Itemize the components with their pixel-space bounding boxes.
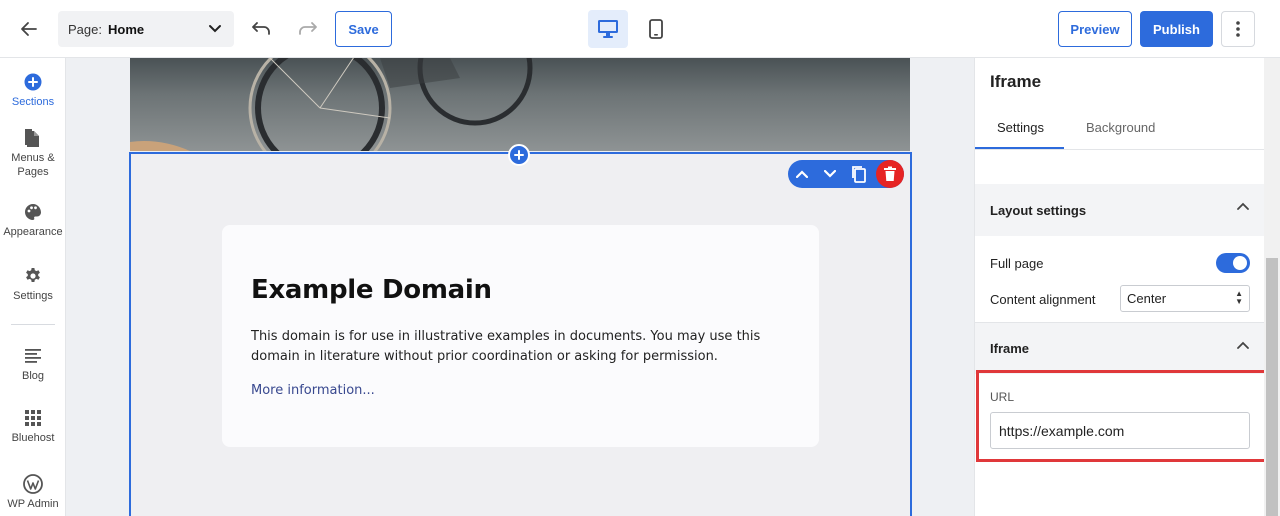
blog-lines-icon xyxy=(23,346,43,366)
gear-icon xyxy=(23,266,43,286)
sidebar-item-menus-pages[interactable]: Menus & Pages xyxy=(0,128,66,179)
pages-icon xyxy=(23,128,43,148)
publish-button[interactable]: Publish xyxy=(1140,11,1213,47)
palette-icon xyxy=(23,202,43,222)
sidebar-divider xyxy=(11,324,55,325)
sidebar-item-wp-admin[interactable]: WP Admin xyxy=(0,474,66,511)
section-toolbar xyxy=(788,160,904,188)
content-alignment-value: Center xyxy=(1127,291,1167,306)
sidebar-item-label: Sections xyxy=(11,96,55,108)
move-down-button[interactable] xyxy=(816,160,844,188)
copy-icon xyxy=(852,166,866,183)
chevron-up-icon xyxy=(1237,202,1249,210)
layout-settings-header[interactable]: Layout settings xyxy=(975,184,1264,236)
sidebar-item-settings[interactable]: Settings xyxy=(0,266,66,303)
back-button[interactable] xyxy=(14,14,44,44)
sidebar-item-label: Bluehost xyxy=(11,432,55,444)
more-options-button[interactable] xyxy=(1221,11,1255,47)
sidebar-item-label: Menus & Pages xyxy=(11,152,55,178)
chevron-up-icon xyxy=(1237,341,1249,349)
page-selector[interactable]: Page: Home xyxy=(58,11,234,47)
grid-icon xyxy=(23,408,43,428)
editor-canvas: Example Domain This domain is for use in… xyxy=(66,58,974,516)
layout-settings-title: Layout settings xyxy=(990,202,1087,218)
sidebar-item-sections[interactable]: Sections xyxy=(0,72,66,109)
undo-icon xyxy=(252,22,270,35)
sidebar-item-appearance[interactable]: Appearance xyxy=(0,202,66,239)
left-sidebar: Sections Menus & Pages Appearance Settin… xyxy=(0,58,66,516)
desktop-view-button[interactable] xyxy=(588,10,628,48)
full-page-toggle[interactable] xyxy=(1216,253,1250,273)
iframe-settings-title: Iframe xyxy=(990,341,1030,356)
select-arrows-icon: ▲ ▼ xyxy=(1235,289,1243,306)
desktop-icon xyxy=(598,20,618,38)
sidebar-item-label: WP Admin xyxy=(7,498,59,510)
mobile-view-button[interactable] xyxy=(636,10,676,48)
panel-title: Iframe xyxy=(990,72,1042,91)
undo-button[interactable] xyxy=(246,14,276,44)
content-paragraph: This domain is for use in illustrative e… xyxy=(251,329,761,364)
tabs-divider xyxy=(975,149,1264,150)
wordpress-icon xyxy=(23,474,43,494)
scrollbar-thumb[interactable] xyxy=(1266,258,1278,516)
iframe-settings-header[interactable]: Iframe xyxy=(975,322,1264,374)
add-section-button[interactable] xyxy=(508,144,530,166)
hero-image xyxy=(130,58,910,151)
kebab-menu-icon xyxy=(1236,21,1240,37)
trash-icon xyxy=(884,166,896,181)
move-up-button[interactable] xyxy=(788,160,816,188)
bicycle-image xyxy=(130,58,533,151)
chevron-down-icon xyxy=(824,170,836,178)
tab-background[interactable]: Background xyxy=(1086,120,1155,135)
save-button[interactable]: Save xyxy=(335,11,392,47)
iframe-content-card: Example Domain This domain is for use in… xyxy=(222,225,819,447)
arrow-left-icon xyxy=(21,22,37,36)
sidebar-item-label: Settings xyxy=(13,290,53,302)
sidebar-item-bluehost[interactable]: Bluehost xyxy=(0,408,66,445)
plus-circle-icon xyxy=(23,72,43,92)
sidebar-item-blog[interactable]: Blog xyxy=(0,346,66,383)
preview-button[interactable]: Preview xyxy=(1058,11,1132,47)
chevron-up-icon xyxy=(796,170,808,178)
more-information-link[interactable]: More information... xyxy=(251,383,375,398)
delete-section-button[interactable] xyxy=(876,160,904,188)
chevron-down-icon xyxy=(209,25,221,33)
page-selector-value: Home xyxy=(107,21,145,37)
sidebar-item-label: Blog xyxy=(21,370,45,382)
toggle-knob xyxy=(1233,256,1247,270)
top-toolbar: Page: Home Save Preview Publish xyxy=(0,0,1280,58)
content-alignment-select[interactable]: Center ▲ ▼ xyxy=(1120,285,1250,312)
plus-icon xyxy=(514,150,524,160)
content-alignment-label: Content alignment xyxy=(990,292,1096,307)
url-input[interactable]: https://example.com xyxy=(990,412,1250,449)
content-heading: Example Domain xyxy=(251,275,492,305)
tab-settings[interactable]: Settings xyxy=(997,120,1044,135)
panel-scrollbar[interactable] xyxy=(1264,58,1280,516)
url-label: URL xyxy=(990,390,1015,404)
duplicate-button[interactable] xyxy=(844,160,872,188)
full-page-label: Full page xyxy=(990,256,1044,271)
sidebar-item-label: Appearance xyxy=(3,226,63,238)
mobile-icon xyxy=(649,19,663,39)
settings-panel: Iframe Settings Background Layout settin… xyxy=(974,58,1264,516)
redo-button[interactable] xyxy=(293,14,323,44)
page-selector-label: Page: xyxy=(68,21,102,37)
redo-icon xyxy=(299,22,317,35)
